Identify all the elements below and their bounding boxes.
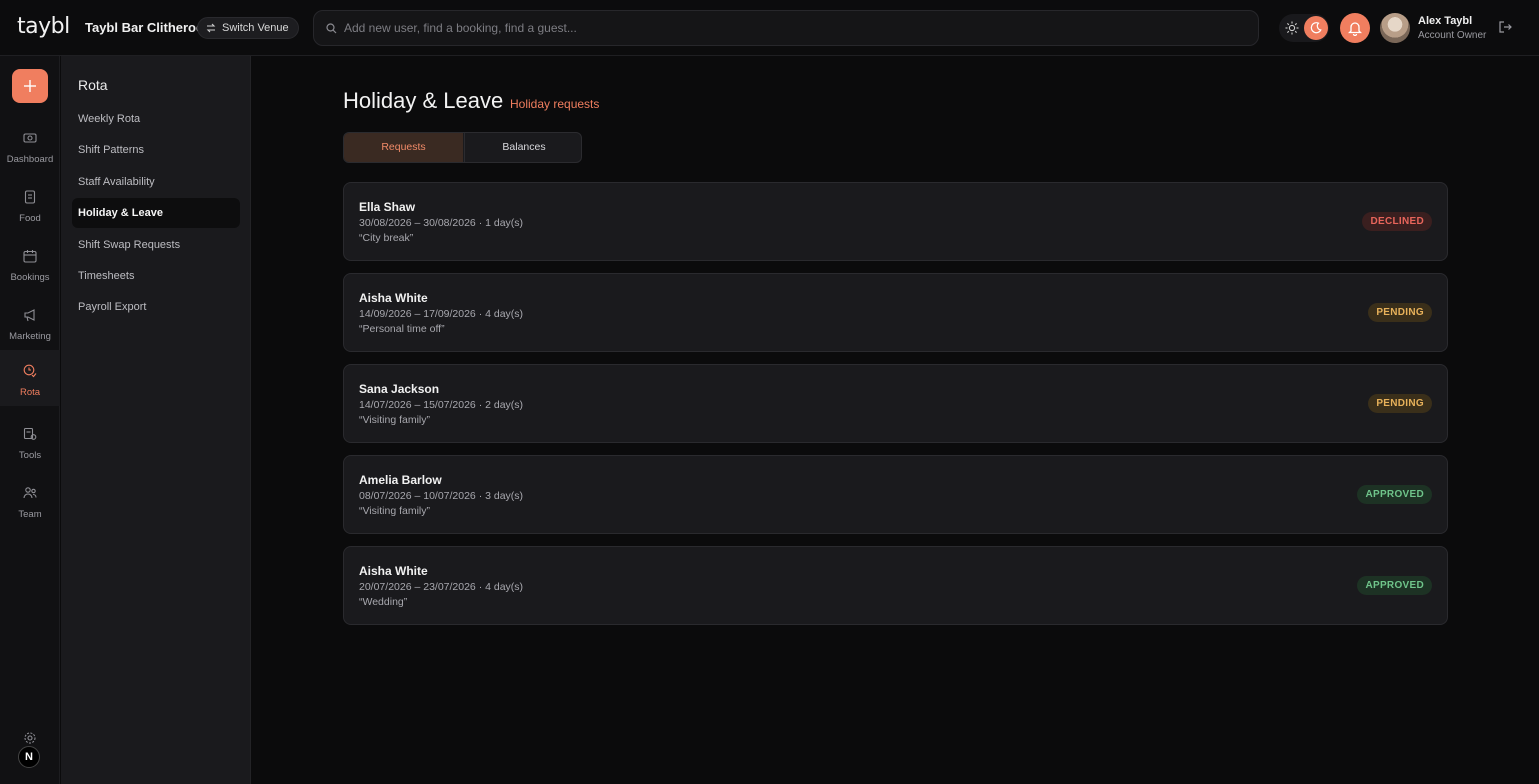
status-badge: PENDING — [1368, 303, 1432, 322]
moon-icon[interactable] — [1304, 16, 1328, 40]
request-card[interactable]: Amelia Barlow 08/07/2026 – 10/07/2026 · … — [343, 455, 1448, 534]
n-badge[interactable]: N — [18, 746, 40, 768]
page-title: Holiday & Leave — [343, 88, 504, 113]
rail-label: Dashboard — [6, 154, 54, 165]
global-search[interactable] — [313, 10, 1259, 46]
sun-icon[interactable] — [1285, 21, 1299, 35]
subnav-item-holiday-leave[interactable]: Holiday & Leave — [72, 198, 240, 228]
megaphone-icon — [23, 308, 37, 322]
subnav-item-payroll-export[interactable]: Payroll Export — [72, 292, 240, 322]
settings-icon[interactable] — [23, 731, 37, 745]
tab-bar: Requests Balances — [343, 132, 582, 163]
subnav-item-shift-swap-requests[interactable]: Shift Swap Requests — [72, 230, 240, 260]
taybl-logo[interactable]: taybl — [17, 14, 70, 39]
rail-item-dashboard[interactable]: Dashboard — [0, 119, 60, 175]
notifications-button[interactable] — [1340, 13, 1370, 43]
rota-subnav: Rota Weekly Rota Shift Patterns Staff Av… — [61, 56, 251, 784]
request-name: Aisha White — [359, 291, 428, 305]
switch-venue-label: Switch Venue — [222, 22, 289, 34]
subnav-item-timesheets[interactable]: Timesheets — [72, 261, 240, 291]
icon-rail: Dashboard Food Bookings Marketing Rota T… — [0, 56, 60, 784]
theme-toggle[interactable] — [1279, 14, 1329, 42]
rail-label: Team — [18, 509, 42, 520]
subnav-item-shift-patterns[interactable]: Shift Patterns — [72, 135, 240, 165]
user-avatar[interactable] — [1380, 13, 1410, 43]
request-dates: 30/08/2026 – 30/08/2026 · 1 day(s) — [359, 217, 524, 229]
rail-label: Food — [19, 213, 41, 224]
search-input[interactable] — [344, 11, 1244, 45]
request-note: “Personal time off” — [359, 323, 445, 335]
top-bar: taybl Taybl Bar Clitheroe Switch Venue A… — [0, 0, 1539, 56]
rota-icon — [23, 364, 37, 378]
rail-label: Tools — [18, 450, 42, 461]
user-name[interactable]: Alex Taybl — [1418, 15, 1472, 27]
rail-label: Marketing — [9, 331, 51, 342]
request-note: “Visiting family” — [359, 505, 430, 517]
request-note: “Wedding” — [359, 596, 408, 608]
tab-balances[interactable]: Balances — [464, 133, 581, 162]
rail-item-bookings[interactable]: Bookings — [0, 237, 60, 293]
request-note: “Visiting family” — [359, 414, 430, 426]
request-name: Ella Shaw — [359, 200, 416, 214]
logout-icon[interactable] — [1498, 20, 1512, 34]
status-badge: APPROVED — [1357, 485, 1432, 504]
user-role: Account Owner — [1418, 30, 1487, 41]
request-dates: 20/07/2026 – 23/07/2026 · 4 day(s) — [359, 581, 524, 593]
venue-name: Taybl Bar Clitheroe — [85, 20, 204, 35]
rail-item-tools[interactable]: Tools — [0, 415, 60, 471]
tools-icon — [23, 427, 37, 441]
request-card[interactable]: Sana Jackson 14/07/2026 – 15/07/2026 · 2… — [343, 364, 1448, 443]
request-card[interactable]: Ella Shaw 30/08/2026 – 30/08/2026 · 1 da… — [343, 182, 1448, 261]
add-button[interactable] — [12, 69, 48, 103]
request-card[interactable]: Aisha White 14/09/2026 – 17/09/2026 · 4 … — [343, 273, 1448, 352]
main-content: Holiday & Leave Holiday requests Request… — [252, 56, 1539, 784]
request-card[interactable]: Aisha White 20/07/2026 – 23/07/2026 · 4 … — [343, 546, 1448, 625]
switch-venue-button[interactable]: Switch Venue — [197, 17, 299, 39]
status-badge: APPROVED — [1357, 576, 1432, 595]
rail-item-team[interactable]: Team — [0, 474, 60, 530]
request-dates: 14/07/2026 – 15/07/2026 · 2 day(s) — [359, 399, 524, 411]
tab-requests[interactable]: Requests — [344, 133, 463, 162]
team-icon — [23, 486, 37, 500]
request-name: Sana Jackson — [359, 382, 440, 396]
rail-item-rota[interactable]: Rota — [0, 350, 60, 406]
request-dates: 14/09/2026 – 17/09/2026 · 4 day(s) — [359, 308, 524, 320]
subnav-item-staff-availability[interactable]: Staff Availability — [72, 167, 240, 197]
status-badge: DECLINED — [1362, 212, 1432, 231]
rail-label: Rota — [19, 387, 41, 398]
rail-item-food[interactable]: Food — [0, 178, 60, 234]
dashboard-icon — [23, 131, 37, 145]
search-icon — [326, 23, 337, 34]
status-badge: PENDING — [1368, 394, 1432, 413]
request-name: Aisha White — [359, 564, 428, 578]
rail-item-marketing[interactable]: Marketing — [0, 296, 60, 352]
bookings-icon — [23, 249, 37, 263]
request-note: “City break” — [359, 232, 414, 244]
request-name: Amelia Barlow — [359, 473, 442, 487]
subnav-title: Rota — [78, 77, 108, 93]
page-subtitle: Holiday requests — [510, 97, 600, 111]
request-dates: 08/07/2026 – 10/07/2026 · 3 day(s) — [359, 490, 524, 502]
switch-icon — [205, 22, 217, 34]
subnav-item-weekly-rota[interactable]: Weekly Rota — [72, 104, 240, 134]
rail-label: Bookings — [10, 272, 50, 283]
food-icon — [23, 190, 37, 204]
